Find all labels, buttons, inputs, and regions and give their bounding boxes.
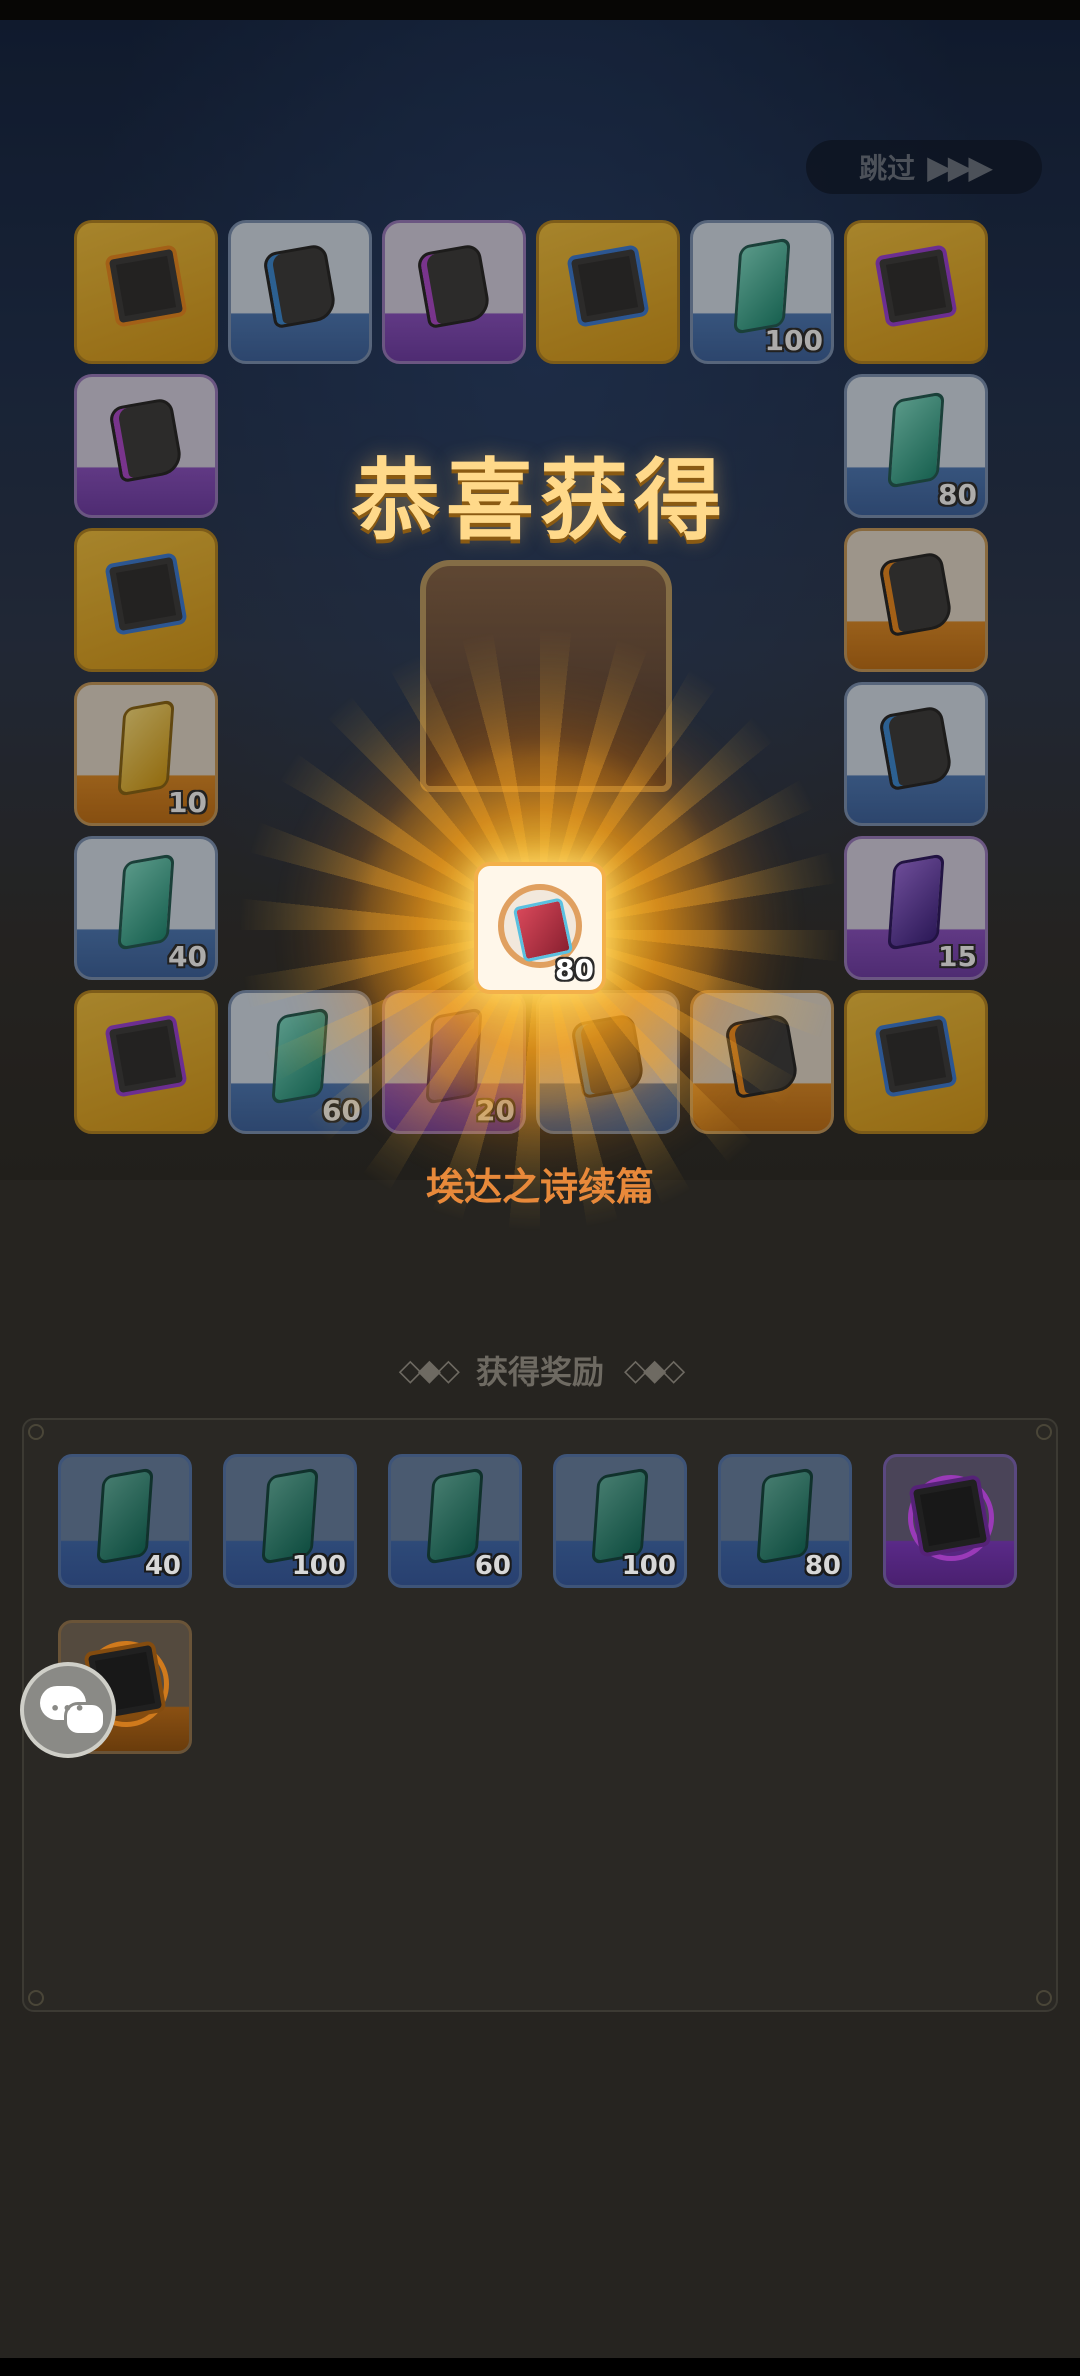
cube-orange-icon [104,244,188,329]
center-item-quantity: 80 [555,953,594,986]
cube-blue-icon [104,552,188,637]
item-icon-wrap [261,243,339,330]
tile-quantity: 100 [764,324,823,357]
ring-reward-tile: 10 [74,682,218,826]
reward-item-tile[interactable]: 80 [718,1454,852,1588]
cube-blue-icon [874,1014,958,1099]
item-icon-wrap [874,1014,958,1099]
reward-panel: 40 100 60 100 80 [22,1418,1058,2012]
item-icon-wrap [566,244,650,329]
ring-reward-tile [844,990,988,1134]
reward-item-quantity: 100 [621,1551,676,1581]
item-icon-wrap [883,853,949,952]
skip-button[interactable]: 跳过 ▶▶▶ [806,140,1042,194]
skip-arrows-icon: ▶▶▶ [927,148,993,186]
item-icon-wrap [257,1467,323,1565]
ring-reward-tile [844,682,988,826]
ring-reward-tile [382,220,526,364]
status-bar [0,0,1080,20]
crystal-teal-icon [117,853,175,952]
crystal-teal-icon [426,1467,484,1565]
item-icon-wrap [729,237,795,336]
tile-quantity: 10 [168,786,207,819]
panel-corner-ornament [28,1424,44,1440]
panel-corner-ornament [28,1990,44,2006]
tile-quantity: 40 [168,940,207,973]
item-icon-wrap [104,1014,188,1099]
glove-purple-icon [415,243,493,330]
reward-item-quantity: 60 [474,1551,511,1581]
cube-purple-icon [874,244,958,329]
item-icon-wrap [104,244,188,329]
page-title: 恭喜获得 [351,449,728,552]
reward-item-quantity: 100 [291,1551,346,1581]
ornament-right-icon: ◇◆◇ [624,1352,685,1388]
item-icon-wrap [752,1467,818,1565]
crystal-teal-icon [261,1467,319,1565]
reward-item-quantity: 40 [144,1551,181,1581]
reward-item-tile[interactable]: 60 [388,1454,522,1588]
reward-header-label: 获得奖励 [475,1353,604,1391]
ornament-left-icon: ◇◆◇ [398,1352,460,1388]
item-icon-wrap [874,244,958,329]
item-icon-wrap [113,853,179,952]
ring-reward-tile: 100 [690,220,834,364]
ring-reward-tile: 15 [844,836,988,980]
item-icon-wrap [104,552,188,637]
ring-reward-tile [74,990,218,1134]
glove-blue-icon [877,705,955,792]
skip-label: 跳过 [859,152,916,185]
crystal-teal-icon [96,1467,154,1565]
ring-reward-tile [228,220,372,364]
reward-item-tile[interactable]: 40 [58,1454,192,1588]
nav-bar [0,2358,1080,2376]
tile-quantity: 15 [938,940,977,973]
cube-blue-icon [566,244,650,329]
reward-item-tile[interactable] [883,1454,1017,1588]
center-item-name: 埃达之诗续篇 [425,1165,654,1209]
item-icon-wrap [877,551,955,638]
crystal-teal-icon [756,1467,814,1565]
ring-reward-tile: 40 [74,836,218,980]
reward-item-quantity: 80 [804,1551,841,1581]
crystal-purple-icon [887,853,945,952]
item-icon-wrap [415,243,493,330]
reward-section-header: ◇◆◇ 获得奖励 ◇◆◇ [0,1345,1080,1395]
ring-reward-tile [74,220,218,364]
item-icon-wrap [877,705,955,792]
cube-purple-icon [104,1014,188,1099]
glove-blue-icon [261,243,339,330]
item-icon-wrap [587,1467,653,1565]
crystal-teal-icon [591,1467,649,1565]
chat-dots: ••• [50,1699,87,1718]
item-icon-wrap [908,1474,992,1558]
item-icon-wrap [92,1467,158,1565]
chat-button[interactable]: ••• [20,1662,116,1758]
item-icon-wrap [113,699,179,798]
crystal-teal-icon [733,237,791,336]
panel-corner-ornament [1036,1424,1052,1440]
crystal-gold-icon [117,699,175,798]
center-reward-item[interactable]: 80 [474,862,606,994]
ring-reward-tile [536,220,680,364]
reward-item-tile[interactable]: 100 [553,1454,687,1588]
item-icon-wrap [422,1467,488,1565]
reward-item-tile[interactable]: 100 [223,1454,357,1588]
panel-corner-ornament [1036,1990,1052,2006]
cube-purple-icon [908,1474,992,1558]
glove-orange-icon [877,551,955,638]
ring-reward-tile [844,220,988,364]
